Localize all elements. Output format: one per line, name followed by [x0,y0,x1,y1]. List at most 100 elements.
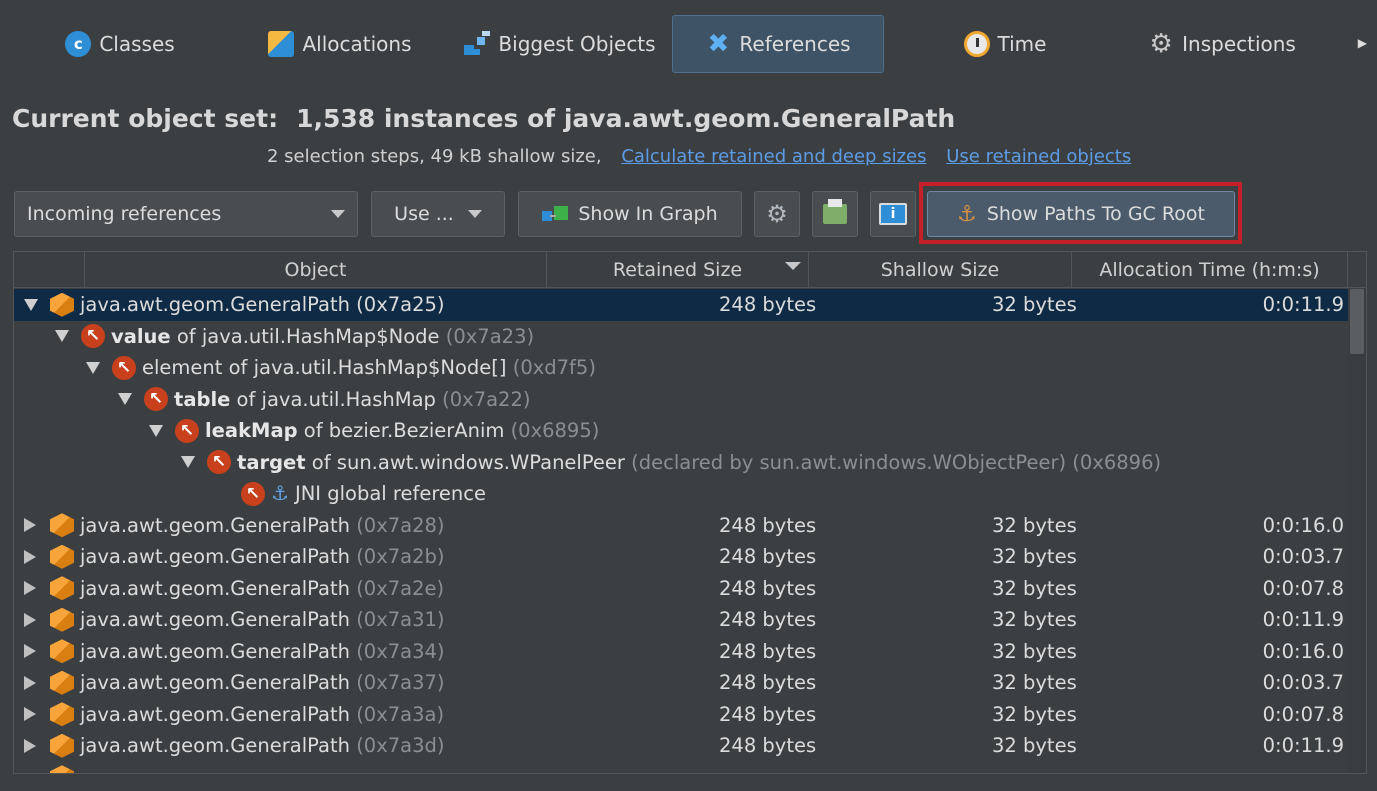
expand-arrow-icon[interactable] [118,393,132,406]
settings-button[interactable]: ⚙ [754,191,800,237]
table-row-selected[interactable]: java.awt.geom.GeneralPath (0x7a25) 248 b… [14,289,1348,321]
table-row[interactable]: java.awt.geom.GeneralPath (0x7a2e) 248 b… [14,573,1348,605]
expand-arrow-icon[interactable] [86,361,100,374]
tab-biggest-objects[interactable]: Biggest Objects [462,15,658,73]
selection-details: 2 selection steps, 49 kB shallow size, [267,146,602,167]
info-button[interactable]: i [870,191,916,237]
allocation-time: 0:0:03.7 [1262,671,1344,694]
gc-root-label: JNI global reference [294,482,487,505]
retained-size: 248 bytes [719,513,817,537]
biggest-objects-icon [464,31,491,57]
object-instance-icon [50,733,74,758]
object-id: (0x7a23) [445,324,535,348]
anchor-icon: ⚓ [271,481,289,505]
reference-row[interactable]: ↖ leakMap of bezier.BezierAnim (0x6895) [14,415,1348,447]
object-id: (0x7a37) [356,671,445,694]
incoming-reference-icon: ↖ [112,355,136,380]
tab-inspections[interactable]: ⚙ Inspections [1144,15,1300,73]
calculate-retained-link[interactable]: Calculate retained and deep sizes [621,146,926,167]
object-instance-icon [50,702,74,727]
show-in-graph-button[interactable]: Show In Graph [518,191,742,237]
column-header-shallow-size[interactable]: Shallow Size [809,252,1072,288]
retained-size: 248 bytes [719,576,817,600]
current-object-set-value: 1,538 instances of java.awt.geom.General… [296,104,956,133]
reference-row[interactable]: ↖ element of java.util.HashMap$Node[] (0… [14,352,1348,384]
object-id: (0x7a2b) [356,545,445,568]
tab-bar: c Classes Allocations Biggest Objects ✖ … [0,0,1377,80]
info-icon: i [879,203,907,225]
reference-type-dropdown[interactable]: Incoming references [14,191,358,237]
column-header-allocation-time[interactable]: Allocation Time (h:m:s) [1072,252,1348,288]
collapse-arrow-icon[interactable] [24,612,36,627]
object-name: java.awt.geom.GeneralPath (0x7a25) [80,293,445,316]
tab-references[interactable]: ✖ References [672,15,884,73]
retained-size: 248 bytes [719,293,817,316]
table-row[interactable]: java.awt.geom.GeneralPath (0x7a31) 248 b… [14,604,1348,636]
vertical-scrollbar[interactable] [1348,289,1366,773]
field-name: value [111,324,171,348]
allocation-time: 0:0:16.0 [1262,513,1344,537]
object-name: java.awt.geom.GeneralPath [80,576,350,600]
use-button-label: Use ... [394,203,454,225]
table-row[interactable]: java.awt.geom.GeneralPath (0x7a2b) 248 b… [14,541,1348,573]
column-header-retained-size[interactable]: Retained Size [547,252,809,288]
object-instance-icon [50,670,74,695]
table-row-partial[interactable] [14,762,1348,773]
expand-arrow-icon[interactable] [24,298,38,311]
scrollbar-thumb[interactable] [1350,289,1364,354]
table-row[interactable]: java.awt.geom.GeneralPath (0x7a34) 248 b… [14,636,1348,668]
table-row[interactable]: java.awt.geom.GeneralPath (0x7a3a) 248 b… [14,699,1348,731]
expander-column-header [14,252,85,288]
retained-size: 248 bytes [719,639,817,663]
object-id: (0xd7f5) [512,356,596,379]
tab-time[interactable]: Time [955,15,1055,73]
show-paths-to-gc-root-button[interactable]: ⚓ Show Paths To GC Root [927,191,1235,237]
collapse-arrow-icon[interactable] [24,738,36,753]
incoming-reference-icon: ↖ [144,387,168,412]
more-tabs-arrow-icon[interactable]: ▶ [1358,36,1367,50]
tab-allocations[interactable]: Allocations [266,15,414,73]
retained-size: 248 bytes [719,734,817,757]
incoming-reference-icon: ↖ [175,418,199,443]
collapse-arrow-icon[interactable] [24,675,36,690]
tab-classes[interactable]: c Classes [60,15,180,73]
expand-arrow-icon[interactable] [181,456,195,469]
field-owner: of java.util.HashMap$Node [170,324,446,348]
use-retained-objects-link[interactable]: Use retained objects [946,146,1131,167]
field-owner: of bezier.BezierAnim [297,419,511,442]
object-instance-icon [50,576,74,601]
collapse-arrow-icon[interactable] [24,644,36,659]
collapse-arrow-icon[interactable] [24,549,36,564]
expand-arrow-icon[interactable] [149,424,163,437]
table-body: java.awt.geom.GeneralPath (0x7a25) 248 b… [14,289,1348,773]
reference-row[interactable]: ↖ target of sun.awt.windows.WPanelPeer (… [14,447,1348,479]
collapse-arrow-icon[interactable] [24,581,36,596]
collapse-arrow-icon[interactable] [24,707,36,722]
table-row[interactable]: java.awt.geom.GeneralPath (0x7a28) 248 b… [14,510,1348,542]
use-button[interactable]: Use ... [371,191,505,237]
field-name: leakMap [205,419,298,442]
anchor-icon: ⚓ [957,201,977,227]
tab-label: References [739,32,851,56]
object-id: (0x7a3d) [356,734,445,757]
reference-row[interactable]: ↖ value of java.util.HashMap$Node (0x7a2… [14,321,1348,353]
tab-label: Time [997,32,1047,56]
object-id: (0x6895) [510,419,600,442]
reference-row[interactable]: ↖ table of java.util.HashMap (0x7a22) [14,384,1348,416]
shallow-size: 32 bytes [992,702,1077,726]
gc-root-row[interactable]: ↖ ⚓ JNI global reference [14,478,1348,510]
object-instance-icon [50,639,74,664]
collapse-arrow-icon[interactable] [24,518,36,533]
table-row[interactable]: java.awt.geom.GeneralPath (0x7a3d) 248 b… [14,730,1348,762]
expand-arrow-icon[interactable] [55,330,69,343]
object-name: java.awt.geom.GeneralPath [80,545,350,568]
tab-label: Classes [99,32,175,56]
object-id: (0x7a31) [356,608,445,631]
export-button[interactable] [812,191,858,237]
field-owner: of java.util.HashMap$Node[] [222,356,513,379]
references-table: Object Retained Size Shallow Size Alloca… [13,251,1367,774]
reference-type-value: Incoming references [27,203,222,225]
column-header-object[interactable]: Object [85,252,547,288]
field-name: table [174,387,231,411]
table-row[interactable]: java.awt.geom.GeneralPath (0x7a37) 248 b… [14,667,1348,699]
